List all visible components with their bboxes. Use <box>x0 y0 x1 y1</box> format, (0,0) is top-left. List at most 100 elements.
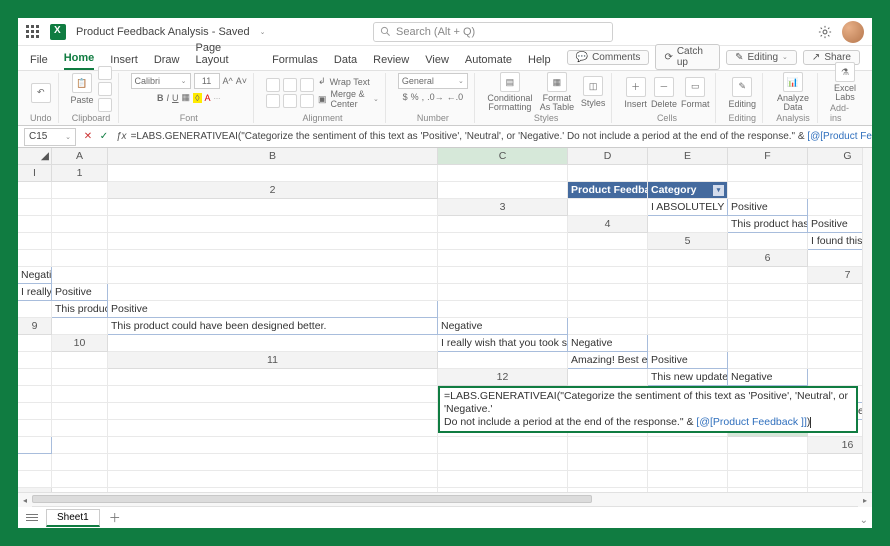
cell-H1[interactable] <box>18 182 52 199</box>
cancel-formula-button[interactable]: ✕ <box>80 131 96 142</box>
cell-A8[interactable] <box>18 301 52 318</box>
table-cell[interactable]: I ABSOLUTELY LOVE THIS! <box>648 199 728 216</box>
collapse-ribbon-icon[interactable]: ⌄ <box>860 515 868 526</box>
format-as-table-button[interactable]: ▦Format As Table <box>537 72 577 112</box>
document-title[interactable]: Product Feedback Analysis - Saved <box>76 26 250 38</box>
row-header-2[interactable]: 2 <box>108 182 438 199</box>
font-color-button[interactable]: A <box>205 93 211 103</box>
column-header-C[interactable]: C <box>438 148 568 165</box>
cell-D14[interactable] <box>18 420 52 437</box>
cell-B1[interactable] <box>438 165 568 182</box>
cell-H11[interactable] <box>52 369 108 386</box>
tab-insert[interactable]: Insert <box>110 54 138 70</box>
cell-A10[interactable] <box>108 335 438 352</box>
cell-D8[interactable] <box>438 301 568 318</box>
cell-G5[interactable] <box>438 250 568 267</box>
tab-file[interactable]: File <box>30 54 48 70</box>
cell-A1[interactable] <box>108 165 438 182</box>
cell-E9[interactable] <box>648 318 728 335</box>
cell-E4[interactable] <box>18 233 52 250</box>
cell-G2[interactable] <box>18 199 52 216</box>
cell-D16[interactable] <box>108 454 438 471</box>
cell-D11[interactable] <box>728 352 808 369</box>
comments-button[interactable]: 💬 Comments <box>567 50 650 65</box>
cell-F8[interactable] <box>648 301 728 318</box>
increase-font-button[interactable]: A^ <box>223 76 233 86</box>
paste-button[interactable]: 📋Paste <box>71 73 94 105</box>
search-input[interactable]: Search (Alt + Q) <box>373 22 613 42</box>
cell-H16[interactable] <box>728 454 808 471</box>
cell-F12[interactable] <box>18 386 52 403</box>
editing-mode-button[interactable]: ✎ Editing ⌄ <box>726 50 797 65</box>
worksheet-grid[interactable]: ◢ABCDEFGHI12Product Feedback▾Category▾3I… <box>18 148 872 492</box>
cell-A11[interactable] <box>438 352 568 369</box>
align-right[interactable] <box>300 94 314 108</box>
name-box[interactable]: C15⌄ <box>24 128 76 146</box>
format-cells-button[interactable]: ▭Format <box>681 77 710 109</box>
row-header-5[interactable]: 5 <box>648 233 728 250</box>
cell-A5[interactable] <box>728 233 808 250</box>
cell-F5[interactable] <box>108 250 438 267</box>
align-left[interactable] <box>266 94 280 108</box>
insert-cells-button[interactable]: ＋Insert <box>624 77 647 109</box>
editing-button[interactable]: ✎Editing <box>728 77 756 109</box>
cell-editor[interactable]: =LABS.GENERATIVEAI("Categorize the senti… <box>438 386 858 433</box>
cell-G6[interactable] <box>568 267 648 284</box>
table-cell[interactable]: This product has significantly improved … <box>728 216 808 233</box>
tab-draw[interactable]: Draw <box>154 54 180 70</box>
column-header-B[interactable]: B <box>108 148 438 165</box>
cell-G8[interactable] <box>728 301 808 318</box>
cell-I6[interactable] <box>728 267 808 284</box>
cell-E5[interactable] <box>52 250 108 267</box>
cell-E13[interactable] <box>18 403 52 420</box>
column-header-I[interactable]: I <box>18 165 52 182</box>
wrap-text-button[interactable]: ↲ Wrap Text <box>318 76 379 87</box>
row-header-1[interactable]: 1 <box>52 165 108 182</box>
scroll-right-icon[interactable]: ▸ <box>858 493 872 507</box>
cell-styles-button[interactable]: ◫Styles <box>581 76 606 108</box>
column-header-E[interactable]: E <box>648 148 728 165</box>
cell-E15[interactable] <box>108 437 438 454</box>
cell-B16[interactable] <box>18 454 52 471</box>
cell-G3[interactable] <box>52 216 108 233</box>
cell-I5[interactable] <box>648 250 728 267</box>
tab-data[interactable]: Data <box>334 54 357 70</box>
table-cell[interactable]: Amazing! Best ever! <box>568 352 648 369</box>
column-header-F[interactable]: F <box>728 148 808 165</box>
table-cell[interactable]: I really wish that you took some tiem to… <box>438 335 568 352</box>
align-top[interactable] <box>266 78 280 92</box>
cell-F4[interactable] <box>52 233 108 250</box>
horizontal-scrollbar[interactable]: ◂ ▸ <box>18 492 872 506</box>
cell-F3[interactable] <box>18 216 52 233</box>
cell-F16[interactable] <box>568 454 648 471</box>
all-sheets-icon[interactable] <box>26 514 38 521</box>
cell-E7[interactable] <box>438 284 568 301</box>
row-header-4[interactable]: 4 <box>568 216 648 233</box>
dec-decimal[interactable]: ←.0 <box>447 92 464 102</box>
cell-I15[interactable] <box>728 437 808 454</box>
accept-formula-button[interactable]: ✓ <box>96 131 112 142</box>
column-header-A[interactable]: A <box>52 148 108 165</box>
row-header-9[interactable]: 9 <box>18 318 52 335</box>
cell-F6[interactable] <box>438 267 568 284</box>
cell-E10[interactable] <box>728 335 808 352</box>
table-cell[interactable] <box>18 437 52 454</box>
row-header-10[interactable]: 10 <box>52 335 108 352</box>
cell-H6[interactable] <box>648 267 728 284</box>
table-cell[interactable]: Positive <box>108 301 438 318</box>
fx-icon[interactable]: ƒx <box>112 131 131 142</box>
formula-input[interactable]: =LABS.GENERATIVEAI("Categorize the senti… <box>131 131 872 142</box>
table-cell[interactable]: Positive <box>728 199 808 216</box>
select-all-corner[interactable]: ◢ <box>18 148 52 165</box>
cell-D1[interactable] <box>648 165 728 182</box>
cell-D9[interactable] <box>568 318 648 335</box>
catchup-button[interactable]: ⟳ Catch up <box>655 44 720 70</box>
cell-H15[interactable] <box>648 437 728 454</box>
cell-H2[interactable] <box>52 199 108 216</box>
scroll-thumb[interactable] <box>32 495 592 503</box>
bold-button[interactable]: B <box>157 93 164 103</box>
title-dropdown-icon[interactable]: ⌄ <box>260 28 266 36</box>
comma-button[interactable]: , <box>422 92 425 102</box>
cell-A4[interactable] <box>648 216 728 233</box>
cell-A9[interactable] <box>52 318 108 335</box>
